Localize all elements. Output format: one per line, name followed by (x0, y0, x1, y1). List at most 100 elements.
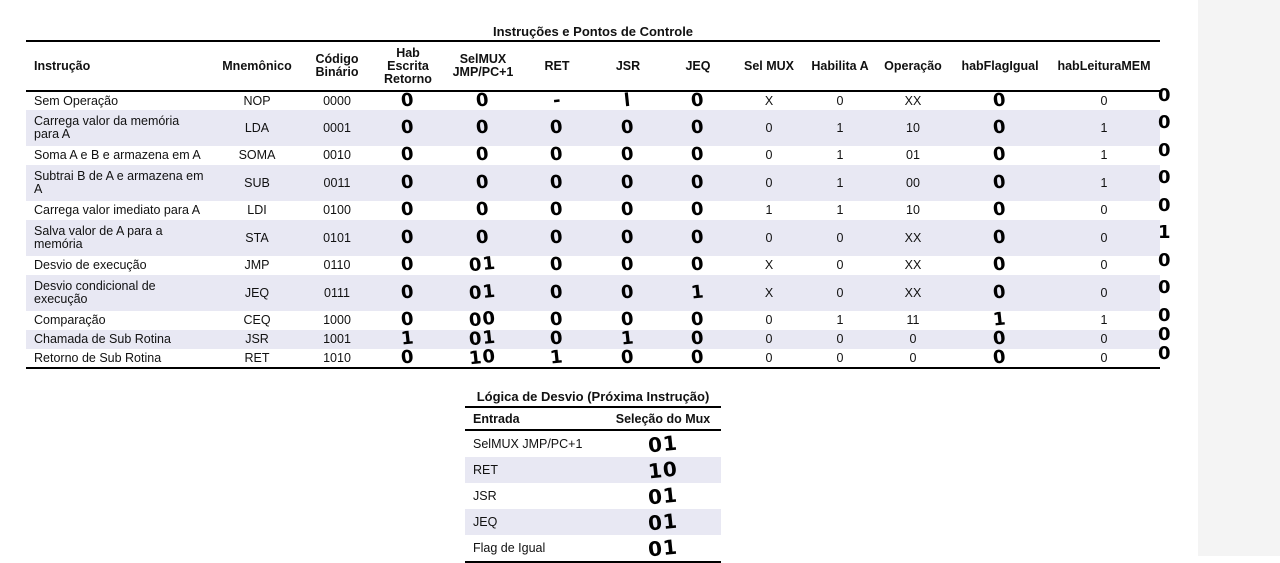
cell-bin: 0110 (302, 256, 372, 275)
cell-jeq: 0 (664, 165, 732, 201)
cell-instr: Desvio condicional de execução (26, 275, 212, 311)
cell-selmux: 0 (732, 330, 806, 349)
handwritten-value: 0 (400, 225, 416, 249)
cell-selection: 01 (605, 535, 721, 562)
handwritten-value: 0 (400, 253, 416, 276)
cell-selmux_jmp: 0 (444, 143, 522, 165)
handwritten-value: 0 (475, 225, 491, 249)
control-points-section: Instruções e Pontos de Controle Instruçã… (26, 24, 1160, 369)
main-table-caption: Instruções e Pontos de Controle (492, 24, 694, 39)
cell-text: XX (904, 93, 922, 108)
col-header: habLeituraMEM (1048, 40, 1160, 92)
cell-selmux: 0 (732, 220, 806, 256)
table-row: Flag de Igual 01 (465, 535, 721, 562)
cell-text: Sem Operação (34, 93, 119, 108)
cell-hab_a: 0 (806, 220, 874, 256)
cell-mnem: STA (212, 220, 302, 256)
handwritten-value: 0 (549, 143, 565, 166)
cell-jsr: 0 (592, 198, 664, 220)
handwritten-value: 00 (468, 307, 498, 332)
handwritten-value: 0 (400, 115, 416, 139)
cell-mnem: JSR (212, 330, 302, 349)
cell-text: 1 (836, 313, 844, 327)
margin-mark: 0 (1158, 342, 1171, 364)
cell-text: Subtrai B de A e armazena em A (34, 169, 204, 196)
handwritten-value: 0 (400, 308, 416, 331)
cell-hab_a: 1 (806, 146, 874, 165)
control-points-table: Instrução Mnemônico Código Binário Hab E… (26, 40, 1160, 369)
handwritten-value: 0 (992, 88, 1008, 112)
cell-text: 0 (1100, 230, 1108, 245)
branch-logic-table: Entrada Seleção do Mux SelMUX JMP/PC+1 01… (465, 406, 721, 563)
cell-instr: Soma A e B e armazena em A (26, 146, 212, 165)
cell-text: 00 (906, 175, 920, 190)
cell-instr: Carrega valor da memória para A (26, 110, 212, 146)
cell-hab_ret: 0 (372, 110, 444, 146)
handwritten-value: 0 (620, 225, 636, 249)
branch-logic-section: Lógica de Desvio (Próxima Instrução) Ent… (465, 388, 721, 563)
handwritten-value: 0 (475, 88, 491, 112)
cell-input: SelMUX JMP/PC+1 (473, 437, 583, 451)
cell-text: 1 (1100, 148, 1108, 162)
cell-flag: 0 (952, 110, 1048, 146)
cell-instr: Sem Operação (26, 91, 212, 110)
cell-text: 0011 (323, 175, 351, 190)
cell-flag: 0 (952, 165, 1048, 201)
cell-selmux: 0 (732, 110, 806, 146)
cell-bin: 0011 (302, 165, 372, 201)
cell-mnem: NOP (212, 91, 302, 110)
cell-input: Flag de Igual (473, 541, 546, 555)
cell-bin: 1000 (302, 311, 372, 330)
margin-mark: 0 (1158, 194, 1171, 216)
handwritten-value: 0 (690, 308, 706, 331)
cell-text: 1 (1100, 120, 1108, 135)
cell-ret: 0 (522, 275, 592, 311)
cell-selmux: X (732, 275, 806, 311)
right-margin-strip (1198, 0, 1280, 556)
cell-flag: 0 (952, 88, 1048, 112)
cell-jeq: 0 (664, 198, 732, 220)
cell-text: 1000 (323, 313, 351, 327)
cell-hab_ret: 0 (372, 220, 444, 256)
cell-mem: 1 (1048, 146, 1160, 165)
table-row: Salva valor de A para a memória STA 0101 0 0… (26, 220, 1160, 256)
col-header: Código Binário (302, 40, 372, 92)
cell-jsr: 0 (592, 220, 664, 256)
cell-selmux_jmp: 0 (444, 110, 522, 146)
cell-ret: 0 (522, 198, 592, 220)
table-row: Retorno de Sub Rotina RET 1010 0 10 1 0 0 0 0 0 0 0 (26, 345, 1160, 369)
cell-hab_ret: 0 (372, 198, 444, 220)
handwritten-value: 0 (400, 280, 416, 304)
cell-hab_a: 0 (806, 330, 874, 349)
cell-op: 10 (874, 110, 952, 146)
cell-text: Carrega valor da memória para A (34, 114, 180, 141)
handwritten-value: 0 (690, 345, 706, 369)
handwritten-value: 0 (992, 327, 1008, 350)
cell-text: 0 (1100, 203, 1108, 217)
cell-text: JSR (245, 332, 269, 346)
cell-hab_a: 1 (806, 201, 874, 220)
cell-hab_ret: 0 (372, 143, 444, 165)
cell-selmux_jmp: 01 (444, 275, 522, 311)
cell-text: LDI (247, 203, 267, 217)
cell-selmux: X (732, 256, 806, 275)
handwritten-value: 0 (690, 170, 706, 194)
cell-op: 01 (874, 146, 952, 165)
table-row: Sem Operação NOP 0000 0 0- l 0 X 0 XX 0 0 (26, 88, 1160, 112)
handwritten-value: 0 (549, 327, 565, 350)
handwritten-value: 01 (646, 482, 680, 510)
col-header: JSR (592, 40, 664, 92)
handwritten-value: 0 (549, 225, 565, 249)
cell-jeq: 0 (664, 253, 732, 275)
cell-instr: Carrega valor imediato para A (26, 201, 212, 220)
handwritten-value: 0 (475, 198, 491, 221)
cell-text: 0100 (323, 203, 351, 217)
margin-mark: 0 (1158, 323, 1171, 345)
cell-selmux: 1 (732, 201, 806, 220)
margin-mark: 0 (1158, 277, 1171, 298)
cell-selmux: X (732, 91, 806, 110)
margin-mark: 0 (1158, 84, 1171, 106)
handwritten-value: 0 (690, 88, 706, 112)
cell-hab_a: 1 (806, 110, 874, 146)
cell-op: 0 (874, 330, 952, 349)
